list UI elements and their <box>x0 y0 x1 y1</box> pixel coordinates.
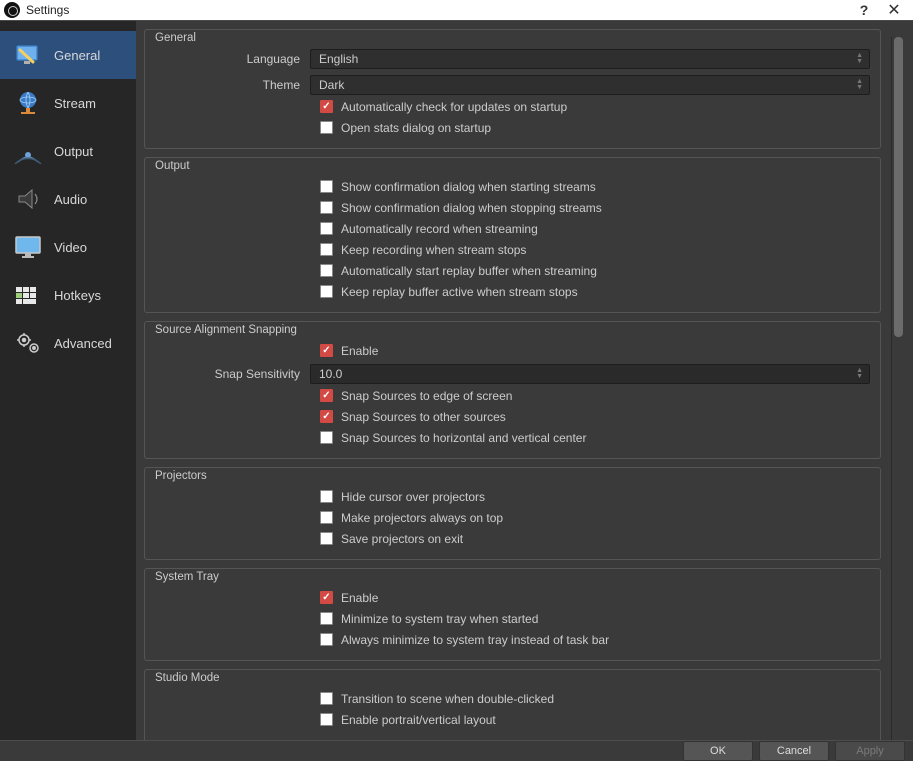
checkbox-snap-other[interactable] <box>320 410 333 423</box>
label-tray-min-start: Minimize to system tray when started <box>341 612 538 626</box>
checkbox-snap-center[interactable] <box>320 431 333 444</box>
checkbox-auto-replay[interactable] <box>320 264 333 277</box>
group-title-general: General <box>155 32 870 44</box>
checkbox-keep-recording[interactable] <box>320 243 333 256</box>
checkbox-auto-updates[interactable] <box>320 100 333 113</box>
group-studio: Studio Mode Transition to scene when dou… <box>144 669 881 740</box>
label-tray-enable: Enable <box>341 591 378 605</box>
checkbox-open-stats[interactable] <box>320 121 333 134</box>
sidebar-label-stream: Stream <box>54 96 96 111</box>
label-snap-enable: Enable <box>341 344 378 358</box>
group-title-studio: Studio Mode <box>155 672 870 684</box>
checkbox-auto-record[interactable] <box>320 222 333 235</box>
label-snap-other: Snap Sources to other sources <box>341 410 506 424</box>
checkbox-projector-top[interactable] <box>320 511 333 524</box>
group-title-snapping: Source Alignment Snapping <box>155 324 870 336</box>
checkbox-studio-portrait[interactable] <box>320 713 333 726</box>
app-icon <box>4 2 20 18</box>
settings-content: General Language English ▲▼ Theme <box>144 29 891 740</box>
checkbox-save-projectors[interactable] <box>320 532 333 545</box>
sidebar-item-audio[interactable]: Audio <box>0 175 136 223</box>
label-tray-always-min: Always minimize to system tray instead o… <box>341 633 609 647</box>
checkbox-tray-always-min[interactable] <box>320 633 333 646</box>
label-language: Language <box>155 52 310 66</box>
label-snap-center: Snap Sources to horizontal and vertical … <box>341 431 586 445</box>
label-save-projectors: Save projectors on exit <box>341 532 463 546</box>
sidebar: General Stream Output Audio <box>0 21 136 740</box>
checkbox-studio-dblclick[interactable] <box>320 692 333 705</box>
combo-theme[interactable]: Dark ▲▼ <box>310 75 870 95</box>
updown-icon: ▲▼ <box>856 53 863 65</box>
sidebar-item-hotkeys[interactable]: Hotkeys <box>0 271 136 319</box>
window-title: Settings <box>26 3 849 17</box>
checkbox-confirm-stop[interactable] <box>320 201 333 214</box>
checkbox-snap-edge[interactable] <box>320 389 333 402</box>
gears-icon <box>12 329 44 357</box>
sidebar-item-output[interactable]: Output <box>0 127 136 175</box>
label-theme: Theme <box>155 78 310 92</box>
vertical-scrollbar[interactable] <box>891 37 905 740</box>
sidebar-label-output: Output <box>54 144 93 159</box>
combo-language[interactable]: English ▲▼ <box>310 49 870 69</box>
cancel-button[interactable]: Cancel <box>759 741 829 761</box>
globe-icon <box>12 89 44 117</box>
label-open-stats: Open stats dialog on startup <box>341 121 491 135</box>
group-systray: System Tray Enable Minimize to system tr… <box>144 568 881 661</box>
group-title-projectors: Projectors <box>155 470 870 482</box>
checkbox-keep-replay[interactable] <box>320 285 333 298</box>
sidebar-label-advanced: Advanced <box>54 336 112 351</box>
group-title-systray: System Tray <box>155 571 870 583</box>
checkbox-tray-enable[interactable] <box>320 591 333 604</box>
spin-snap-sensitivity[interactable]: 10.0 ▲▼ <box>310 364 870 384</box>
sidebar-item-stream[interactable]: Stream <box>0 79 136 127</box>
scroll-thumb[interactable] <box>894 37 903 337</box>
sidebar-label-video: Video <box>54 240 87 255</box>
label-keep-recording: Keep recording when stream stops <box>341 243 526 257</box>
close-button[interactable]: ✕ <box>879 0 909 20</box>
group-output: Output Show confirmation dialog when sta… <box>144 157 881 313</box>
label-keep-replay: Keep replay buffer active when stream st… <box>341 285 578 299</box>
monitor-icon <box>12 233 44 261</box>
combo-language-value: English <box>319 52 358 66</box>
keyboard-icon <box>12 281 44 309</box>
label-confirm-start: Show confirmation dialog when starting s… <box>341 180 596 194</box>
sidebar-item-advanced[interactable]: Advanced <box>0 319 136 367</box>
group-title-output: Output <box>155 160 870 172</box>
label-auto-replay: Automatically start replay buffer when s… <box>341 264 597 278</box>
sidebar-label-hotkeys: Hotkeys <box>54 288 101 303</box>
label-projector-top: Make projectors always on top <box>341 511 503 525</box>
checkbox-hide-cursor[interactable] <box>320 490 333 503</box>
sidebar-item-general[interactable]: General <box>0 31 136 79</box>
label-auto-record: Automatically record when streaming <box>341 222 538 236</box>
checkbox-tray-min-start[interactable] <box>320 612 333 625</box>
combo-theme-value: Dark <box>319 78 344 92</box>
updown-icon: ▲▼ <box>856 79 863 91</box>
label-confirm-stop: Show confirmation dialog when stopping s… <box>341 201 602 215</box>
label-hide-cursor: Hide cursor over projectors <box>341 490 485 504</box>
spin-snap-sensitivity-value: 10.0 <box>319 367 342 381</box>
ok-button[interactable]: OK <box>683 741 753 761</box>
label-snap-edge: Snap Sources to edge of screen <box>341 389 512 403</box>
label-snap-sensitivity: Snap Sensitivity <box>155 367 310 381</box>
sidebar-label-audio: Audio <box>54 192 87 207</box>
footer: OK Cancel Apply <box>0 740 913 761</box>
updown-icon: ▲▼ <box>856 368 863 380</box>
label-auto-updates: Automatically check for updates on start… <box>341 100 567 114</box>
label-studio-dblclick: Transition to scene when double-clicked <box>341 692 554 706</box>
checkbox-snap-enable[interactable] <box>320 344 333 357</box>
speaker-icon <box>12 185 44 213</box>
broadcast-icon <box>12 137 44 165</box>
help-button[interactable]: ? <box>849 0 879 20</box>
apply-button[interactable]: Apply <box>835 741 905 761</box>
group-general: General Language English ▲▼ Theme <box>144 29 881 149</box>
checkbox-confirm-start[interactable] <box>320 180 333 193</box>
sidebar-item-video[interactable]: Video <box>0 223 136 271</box>
group-projectors: Projectors Hide cursor over projectors M… <box>144 467 881 560</box>
wrench-icon <box>12 41 44 69</box>
label-studio-portrait: Enable portrait/vertical layout <box>341 713 496 727</box>
titlebar: Settings ? ✕ <box>0 0 913 20</box>
sidebar-label-general: General <box>54 48 100 63</box>
group-snapping: Source Alignment Snapping Enable Snap Se… <box>144 321 881 459</box>
